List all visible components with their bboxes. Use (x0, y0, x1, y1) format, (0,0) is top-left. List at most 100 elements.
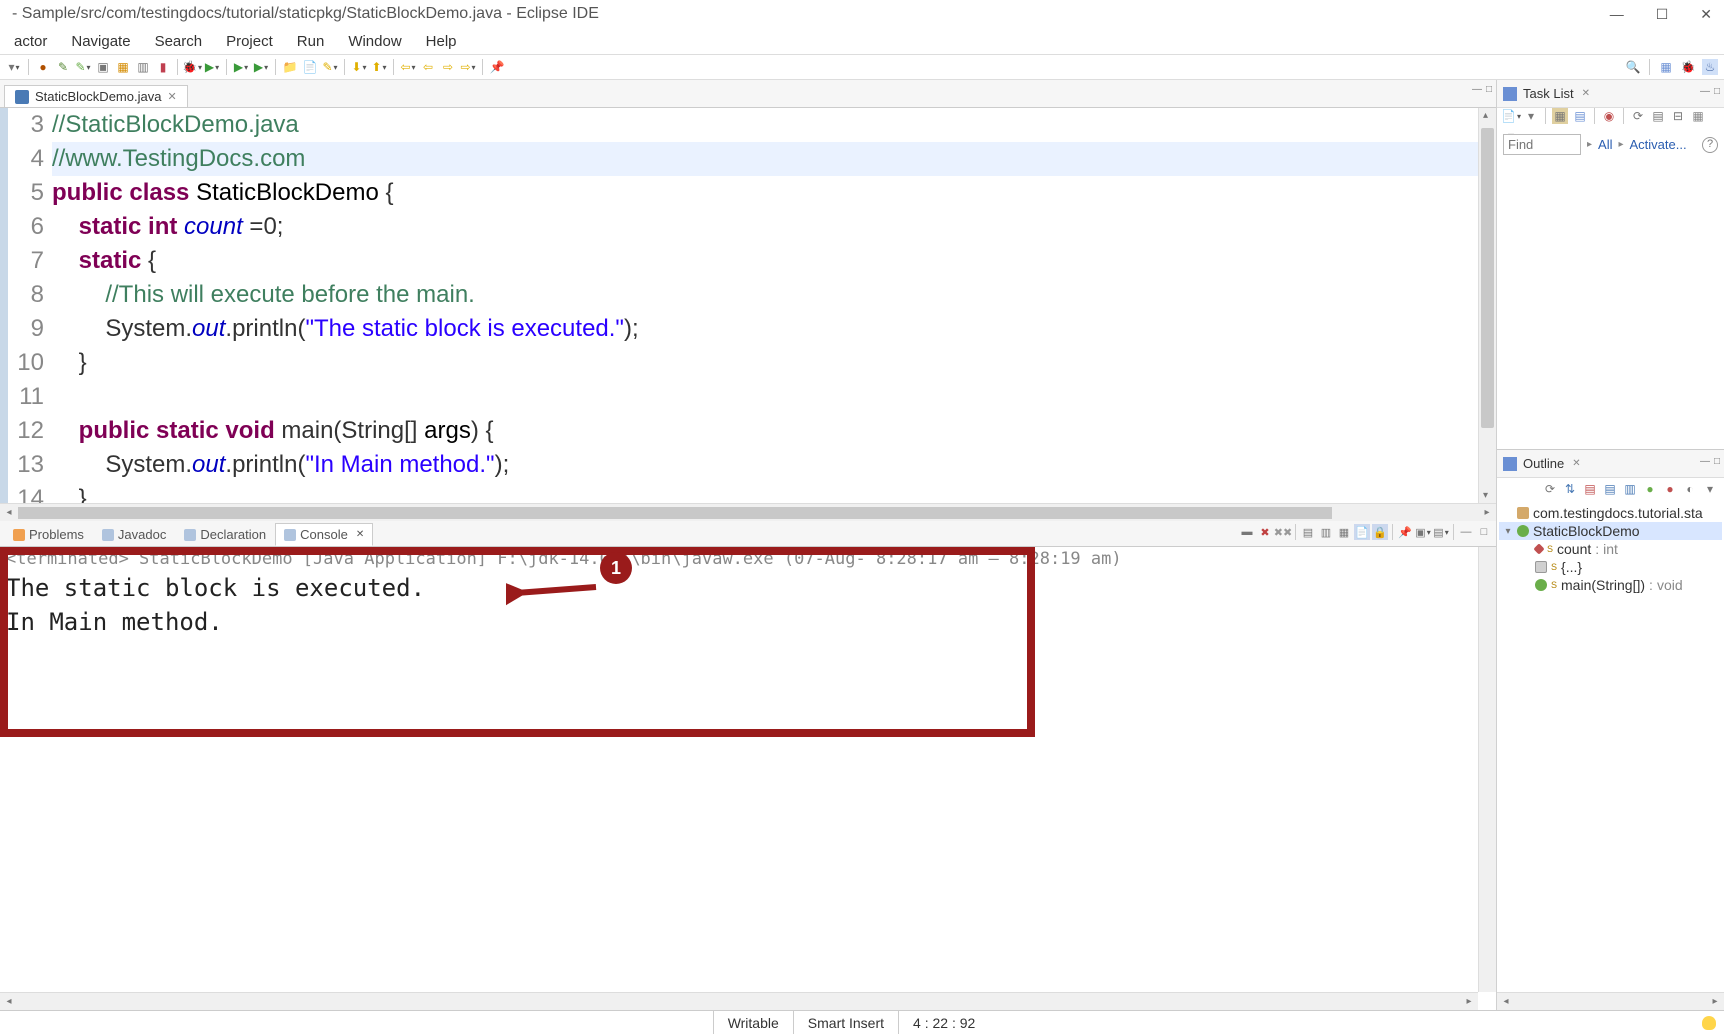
maximize-panel-icon[interactable]: □ (1714, 86, 1720, 97)
menu-navigate[interactable]: Navigate (61, 31, 140, 52)
menu-run[interactable]: Run (287, 31, 335, 52)
close-tab-icon[interactable]: ✕ (167, 90, 176, 103)
toolbar-btn[interactable]: ⬇ (351, 59, 367, 75)
perspective-open-button[interactable]: ▦ (1658, 59, 1674, 75)
toolbar-btn[interactable]: ✎ (322, 59, 338, 75)
code-editor[interactable]: 34567891011121314 //StaticBlockDemo.java… (0, 108, 1496, 503)
outline-tool-btn[interactable]: ● (1642, 481, 1658, 497)
new-task-button[interactable]: 📄 (1503, 108, 1519, 124)
tab-console[interactable]: Console✕ (275, 523, 373, 546)
task-tool-btn[interactable]: ▤ (1572, 108, 1588, 124)
task-activate-link[interactable]: Activate... (1630, 137, 1687, 152)
task-tool-btn[interactable]: ▦ (1552, 108, 1568, 124)
toolbar-btn[interactable]: ▮ (155, 59, 171, 75)
toolbar-btn[interactable]: ▦ (115, 59, 131, 75)
toolbar-btn[interactable]: ⇦ (420, 59, 436, 75)
console-toolbar-btn[interactable]: ▥ (1318, 524, 1334, 540)
editor-horizontal-scrollbar[interactable] (18, 507, 1478, 519)
toolbar-btn[interactable]: ▶ (253, 59, 269, 75)
perspective-java-button[interactable]: ♨ (1702, 59, 1718, 75)
menu-search[interactable]: Search (145, 31, 213, 52)
console-output[interactable]: The static block is executed. In Main me… (0, 571, 1496, 639)
remove-all-button[interactable]: ✖✖ (1275, 524, 1291, 540)
search-icon[interactable]: 🔍 (1625, 59, 1641, 75)
code-content[interactable]: //StaticBlockDemo.java//www.TestingDocs.… (52, 108, 1478, 503)
tab-javadoc[interactable]: Javadoc (93, 523, 175, 546)
outline-field-node[interactable]: S count : int (1499, 540, 1722, 558)
toolbar-btn[interactable]: ▥ (135, 59, 151, 75)
task-tool-btn[interactable]: ▤ (1650, 108, 1666, 124)
toolbar-btn[interactable]: ▶ (233, 59, 249, 75)
scroll-right-icon[interactable]: ▸ (1478, 507, 1496, 518)
menu-help[interactable]: Help (416, 31, 467, 52)
menu-refactor[interactable]: actor (4, 31, 57, 52)
scroll-left-icon[interactable]: ◂ (0, 507, 18, 518)
toolbar-btn[interactable]: ✎ (75, 59, 91, 75)
editor-vertical-scrollbar[interactable] (1478, 108, 1496, 503)
toolbar-btn[interactable]: ▣ (95, 59, 111, 75)
pin-editor-button[interactable]: 📌 (489, 59, 505, 75)
debug-button[interactable]: 🐞 (184, 59, 200, 75)
perspective-debug-button[interactable]: 🐞 (1680, 59, 1696, 75)
view-menu-icon[interactable]: ▾ (1702, 481, 1718, 497)
outline-tool-btn[interactable]: ▤ (1582, 481, 1598, 497)
display-console-button[interactable]: ▣ (1415, 524, 1431, 540)
outline-tree[interactable]: com.testingdocs.tutorial.sta ▾ StaticBlo… (1497, 500, 1724, 992)
collapse-all-button[interactable]: ⊟ (1670, 108, 1686, 124)
toolbar-btn[interactable]: ✎ (55, 59, 71, 75)
close-panel-icon[interactable]: ✕ (1582, 88, 1590, 99)
minimize-console-icon[interactable]: — (1458, 524, 1474, 540)
task-find-input[interactable] (1503, 134, 1581, 155)
outline-tool-btn[interactable]: ⟳ (1542, 481, 1558, 497)
pin-console-button[interactable]: 📌 (1397, 524, 1413, 540)
console-toolbar-btn[interactable]: ▬ (1239, 524, 1255, 540)
minimize-button[interactable]: — (1610, 6, 1624, 23)
menu-window[interactable]: Window (338, 31, 411, 52)
terminate-button[interactable]: ✖ (1257, 524, 1273, 540)
outline-class-node[interactable]: ▾ StaticBlockDemo (1499, 522, 1722, 540)
open-console-button[interactable]: ▤ (1433, 524, 1449, 540)
task-tool-btn[interactable]: ⟳ (1630, 108, 1646, 124)
scroll-left-icon[interactable]: ◂ (1497, 996, 1515, 1007)
new-package-button[interactable]: 📁 (282, 59, 298, 75)
tab-problems[interactable]: Problems (4, 523, 93, 546)
menu-project[interactable]: Project (216, 31, 283, 52)
toolbar-btn[interactable]: ● (35, 59, 51, 75)
minimize-panel-icon[interactable]: — (1700, 456, 1710, 467)
maximize-panel-icon[interactable]: □ (1486, 84, 1492, 95)
toolbar-btn[interactable]: ▾ (6, 59, 22, 75)
outline-tool-btn[interactable]: ◐ (1682, 481, 1698, 497)
minimize-panel-icon[interactable]: — (1700, 86, 1710, 97)
outline-tool-btn[interactable]: ▤ (1602, 481, 1618, 497)
console-toolbar-btn[interactable]: ▤ (1300, 524, 1316, 540)
task-tool-btn[interactable]: ◉ (1601, 108, 1617, 124)
maximize-button[interactable]: ☐ (1656, 6, 1669, 23)
close-panel-icon[interactable]: ✕ (1572, 458, 1580, 469)
maximize-panel-icon[interactable]: □ (1714, 456, 1720, 467)
scroll-right-icon[interactable]: ▸ (1706, 996, 1724, 1007)
back-button[interactable]: ⇦ (400, 59, 416, 75)
maximize-console-icon[interactable]: □ (1476, 524, 1492, 540)
task-tool-btn[interactable]: ▾ (1523, 108, 1539, 124)
minimize-panel-icon[interactable]: — (1472, 84, 1482, 95)
task-all-link[interactable]: All (1598, 137, 1612, 152)
clear-console-button[interactable]: 📄 (1354, 524, 1370, 540)
toolbar-btn[interactable]: ⬆ (371, 59, 387, 75)
task-tool-btn[interactable]: ▦ (1690, 108, 1706, 124)
forward-button[interactable]: ⇨ (460, 59, 476, 75)
help-icon[interactable]: ? (1702, 137, 1718, 153)
scroll-lock-button[interactable]: 🔒 (1372, 524, 1388, 540)
console-horizontal-scrollbar[interactable]: ◂ ▸ (0, 992, 1478, 1010)
toolbar-btn[interactable]: ⇨ (440, 59, 456, 75)
outline-method-node[interactable]: S main(String[]) : void (1499, 576, 1722, 594)
outline-static-block-node[interactable]: S {...} (1499, 558, 1722, 576)
close-console-icon[interactable]: ✕ (356, 529, 364, 540)
new-file-button[interactable]: 📄 (302, 59, 318, 75)
tip-bulb-icon[interactable] (1702, 1016, 1716, 1030)
sort-button[interactable]: ⇅ (1562, 481, 1578, 497)
outline-package-node[interactable]: com.testingdocs.tutorial.sta (1499, 504, 1722, 522)
tab-declaration[interactable]: Declaration (175, 523, 275, 546)
outline-tool-btn[interactable]: ▥ (1622, 481, 1638, 497)
console-toolbar-btn[interactable]: ▦ (1336, 524, 1352, 540)
run-button[interactable]: ▶ (204, 59, 220, 75)
